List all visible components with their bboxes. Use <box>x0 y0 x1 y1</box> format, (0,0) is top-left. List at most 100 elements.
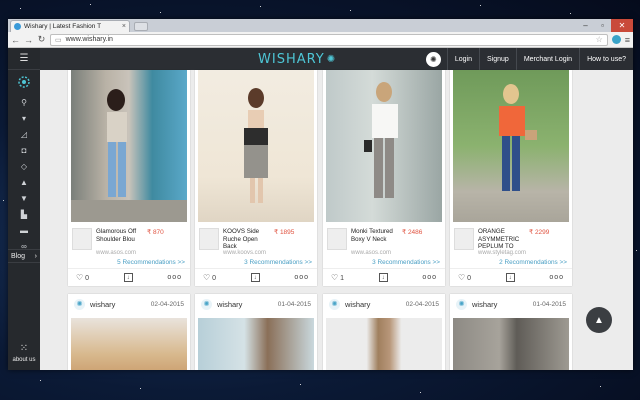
heart-icon: ♡ <box>76 273 84 282</box>
product-card[interactable]: ORANGE ASYMMETRIC PEPLUM TO ₹ 2299 www.s… <box>450 70 572 286</box>
product-photo[interactable] <box>198 70 314 222</box>
wishary-avatar-icon: ✺ <box>74 298 85 310</box>
recommendations-link[interactable]: 5 Recommendations >> <box>117 259 185 266</box>
address-bar[interactable]: ▭ www.wishary.in ☆ <box>50 33 608 46</box>
shirt-icon[interactable]: ▼ <box>8 190 40 206</box>
heels-icon[interactable]: ◿ <box>8 126 40 142</box>
more-options-icon[interactable]: ooo <box>422 274 437 281</box>
back-icon[interactable]: ← <box>11 35 20 45</box>
recommendations-link[interactable]: 2 Recommendations >> <box>499 259 567 266</box>
blog-photo[interactable] <box>198 318 314 370</box>
extension-icon[interactable] <box>611 35 621 44</box>
card-actions: ♡ 0 ↓ ooo <box>450 268 572 286</box>
close-window-button[interactable]: ✕ <box>611 19 633 32</box>
feed: Glamorous Off Shoulder Blou ₹ 870 www.as… <box>40 70 633 370</box>
like-button[interactable]: ♡ 1 <box>331 273 344 282</box>
wishary-avatar-icon: ✺ <box>329 298 340 310</box>
like-button[interactable]: ♡ 0 <box>76 273 89 282</box>
product-site[interactable]: www.asos.com <box>96 250 136 256</box>
login-link[interactable]: Login <box>446 48 479 70</box>
card-actions: ♡ 0 ↓ ooo <box>195 268 317 286</box>
product-name[interactable]: KOOVS Side Ruche Open Back <box>223 228 271 251</box>
blog-card[interactable]: ✺ wishary 01-04-2015 <box>195 294 317 370</box>
sidebar-logo-icon[interactable] <box>8 70 40 94</box>
hamburger-menu-icon[interactable]: ☰ <box>8 48 40 70</box>
product-name[interactable]: Monki Textured Boxy V Neck <box>351 228 399 243</box>
blog-label: Blog <box>11 252 26 260</box>
product-photo[interactable] <box>326 70 442 222</box>
product-site[interactable]: www.styletag.com <box>478 250 526 256</box>
download-icon[interactable]: ↓ <box>505 273 515 282</box>
browser-tab[interactable]: Wishary | Latest Fashion T × <box>10 20 130 32</box>
favicon-icon <box>14 23 21 30</box>
product-card[interactable]: KOOVS Side Ruche Open Back ₹ 1895 www.ko… <box>195 70 317 286</box>
product-thumbnail[interactable] <box>199 228 219 250</box>
product-name[interactable]: ORANGE ASYMMETRIC PEPLUM TO <box>478 228 526 251</box>
briefcase-icon[interactable]: ▬ <box>8 222 40 238</box>
blog-author[interactable]: wishary <box>345 300 370 309</box>
blog-card[interactable]: ✺ wishary 01-04-2015 <box>450 294 572 370</box>
blog-card[interactable]: ✺ wishary 02-04-2015 <box>323 294 445 370</box>
product-thumbnail[interactable] <box>72 228 92 250</box>
blog-author[interactable]: wishary <box>472 300 497 309</box>
bag-icon[interactable]: ◘ <box>8 142 40 158</box>
forward-icon[interactable]: → <box>24 35 33 45</box>
minimize-button[interactable]: – <box>577 19 594 32</box>
reload-icon[interactable]: ↻ <box>37 34 46 45</box>
product-site[interactable]: www.koovs.com <box>223 250 266 256</box>
web-page: ☰ ⚲ ▾ ◿ ◘ ◇ ▲ ▼ ▙ ▬ ∞ Blog › ⁙ about us <box>8 48 633 370</box>
how-to-use-link[interactable]: How to use? <box>579 48 633 70</box>
blog-date: 02-04-2015 <box>150 300 184 308</box>
chevron-right-icon: › <box>34 252 37 260</box>
blog-card[interactable]: ✺ wishary 02-04-2015 <box>68 294 190 370</box>
tab-title: Wishary | Latest Fashion T <box>24 23 102 30</box>
download-icon[interactable]: ↓ <box>123 273 133 282</box>
brand-logo[interactable]: WISHARY ✺ <box>258 52 336 67</box>
search-icon[interactable]: ⚲ <box>8 94 40 110</box>
jewelry-icon[interactable]: ◇ <box>8 158 40 174</box>
like-count: 0 <box>85 275 90 282</box>
dress-icon[interactable]: ▲ <box>8 174 40 190</box>
blog-author[interactable]: wishary <box>90 300 115 309</box>
wishary-avatar-icon: ✺ <box>201 298 212 310</box>
merchant-login-link[interactable]: Merchant Login <box>515 48 579 70</box>
sidebar-blog-link[interactable]: Blog › <box>8 249 40 263</box>
grid-icon: ⁙ <box>19 343 29 354</box>
blog-date: 01-04-2015 <box>532 300 566 308</box>
about-us-link[interactable]: ⁙ about us <box>8 336 40 370</box>
product-thumbnail[interactable] <box>327 228 347 250</box>
like-button[interactable]: ♡ 0 <box>458 273 471 282</box>
maximize-button[interactable]: ▫ <box>594 19 611 32</box>
bookmark-star-icon[interactable]: ☆ <box>596 35 603 44</box>
download-icon[interactable]: ↓ <box>378 273 388 282</box>
browser-menu-icon[interactable]: ≡ <box>625 35 630 45</box>
user-avatar-icon[interactable]: ✺ <box>425 51 441 67</box>
blog-author[interactable]: wishary <box>217 300 242 309</box>
product-photo[interactable] <box>453 70 569 222</box>
scroll-to-top-button[interactable]: ▲ <box>586 307 612 333</box>
more-options-icon[interactable]: ooo <box>549 274 564 281</box>
download-icon[interactable]: ↓ <box>250 273 260 282</box>
blog-photo[interactable] <box>453 318 569 370</box>
product-card[interactable]: Monki Textured Boxy V Neck ₹ 2486 www.as… <box>323 70 445 286</box>
tab-close-icon[interactable]: × <box>122 23 126 30</box>
signup-link[interactable]: Signup <box>479 48 516 70</box>
new-tab-button[interactable] <box>134 22 148 31</box>
more-options-icon[interactable]: ooo <box>167 274 182 281</box>
product-site[interactable]: www.asos.com <box>351 250 391 256</box>
product-price: ₹ 2486 <box>402 229 423 236</box>
recommendations-link[interactable]: 3 Recommendations >> <box>244 259 312 266</box>
product-photo[interactable] <box>71 70 187 222</box>
more-options-icon[interactable]: ooo <box>294 274 309 281</box>
blog-photo[interactable] <box>326 318 442 370</box>
blog-date: 02-04-2015 <box>405 300 439 308</box>
product-thumbnail[interactable] <box>454 228 474 250</box>
brand-mark-icon: ✺ <box>326 54 337 65</box>
boot-icon[interactable]: ▙ <box>8 206 40 222</box>
tie-icon[interactable]: ▾ <box>8 110 40 126</box>
recommendations-link[interactable]: 3 Recommendations >> <box>372 259 440 266</box>
product-name[interactable]: Glamorous Off Shoulder Blou <box>96 228 144 243</box>
like-button[interactable]: ♡ 0 <box>203 273 216 282</box>
product-card[interactable]: Glamorous Off Shoulder Blou ₹ 870 www.as… <box>68 70 190 286</box>
blog-photo[interactable] <box>71 318 187 370</box>
